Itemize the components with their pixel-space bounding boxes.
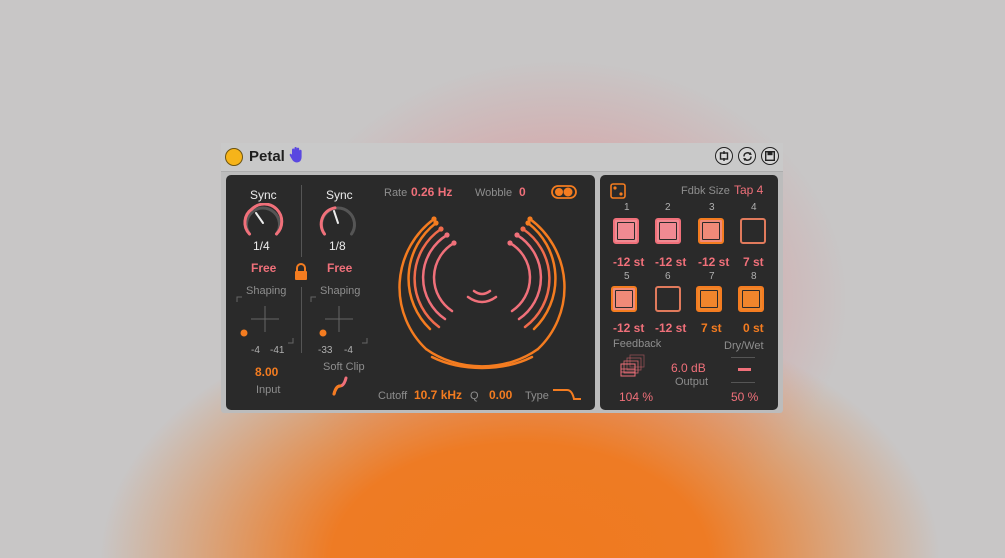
q-value[interactable]: 0.00 bbox=[489, 388, 512, 402]
slider-track bbox=[731, 357, 755, 358]
type-label: Type bbox=[525, 390, 549, 402]
slider-track bbox=[731, 382, 755, 383]
hotswap-icon[interactable] bbox=[715, 147, 733, 165]
output-label: Output bbox=[675, 376, 709, 388]
cutoff-value[interactable]: 10.7 kHz bbox=[414, 388, 462, 402]
fdbk-size-value[interactable]: Tap 4 bbox=[734, 183, 763, 197]
tap-5-value[interactable]: -12 st bbox=[613, 321, 644, 335]
input-value[interactable]: 8.00 bbox=[255, 365, 278, 379]
tap-number: 3 bbox=[709, 202, 715, 213]
sync2-value: 1/8 bbox=[329, 239, 346, 253]
fdbk-size-label: Fdbk Size bbox=[681, 185, 730, 197]
cutoff-label: Cutoff bbox=[378, 390, 408, 402]
link-toggle-icon[interactable] bbox=[551, 185, 577, 199]
sync1-value: 1/4 bbox=[253, 239, 270, 253]
shaping2-xy-pad[interactable] bbox=[310, 296, 368, 344]
tap-4-value[interactable]: 7 st bbox=[743, 255, 764, 269]
device-title: Petal bbox=[249, 148, 285, 165]
petal-visualizer bbox=[398, 216, 566, 370]
tap-1-value[interactable]: -12 st bbox=[613, 255, 644, 269]
lock-icon[interactable] bbox=[293, 263, 309, 281]
feedback-value[interactable]: 104 % bbox=[619, 390, 653, 404]
tap-number: 5 bbox=[624, 271, 630, 282]
tap-number: 8 bbox=[751, 271, 757, 282]
tap-pad-8[interactable] bbox=[738, 286, 764, 312]
feedback-stack-icon[interactable] bbox=[618, 353, 648, 379]
refresh-icon[interactable] bbox=[738, 147, 756, 165]
softclip-toggle[interactable] bbox=[331, 376, 349, 396]
hand-icon bbox=[289, 146, 305, 169]
shaping1-xy-pad[interactable] bbox=[236, 296, 294, 344]
device-title-bar: Petal bbox=[221, 143, 783, 172]
tap-8-value[interactable]: 0 st bbox=[743, 321, 764, 335]
main-panel: Sync 1/4 Free Sync 1/8 Free Shaping -4 -… bbox=[226, 175, 595, 410]
rate-label: Rate bbox=[384, 187, 408, 199]
tap-pad-1[interactable] bbox=[613, 218, 639, 244]
sync1-label: Sync bbox=[250, 188, 277, 202]
shaping2-x-value: -33 bbox=[318, 345, 333, 356]
shaping1-handle bbox=[240, 329, 248, 337]
input-label: Input bbox=[256, 384, 281, 396]
drywet-label: Dry/Wet bbox=[724, 340, 764, 352]
tap-pad-6[interactable] bbox=[655, 286, 681, 312]
softclip-label: Soft Clip bbox=[323, 361, 365, 373]
sync2-label: Sync bbox=[326, 188, 353, 202]
divider bbox=[301, 287, 302, 353]
feedback-label: Feedback bbox=[613, 338, 662, 350]
divider bbox=[301, 185, 302, 257]
tap-pad-3[interactable] bbox=[698, 218, 724, 244]
tap-pad-4[interactable] bbox=[740, 218, 766, 244]
output-value[interactable]: 6.0 dB bbox=[671, 361, 706, 375]
tap-pad-2[interactable] bbox=[655, 218, 681, 244]
tap-number: 4 bbox=[751, 202, 757, 213]
tap-3-value[interactable]: -12 st bbox=[698, 255, 729, 269]
tap-7-value[interactable]: 7 st bbox=[701, 321, 722, 335]
rate-value[interactable]: 0.26 Hz bbox=[411, 185, 452, 199]
tap-2-value[interactable]: -12 st bbox=[655, 255, 686, 269]
shaping1-y-value: -41 bbox=[270, 345, 285, 356]
q-label: Q bbox=[470, 390, 479, 402]
tap-number: 2 bbox=[665, 202, 671, 213]
tap-pad-5[interactable] bbox=[611, 286, 637, 312]
shaping2-y-value: -4 bbox=[344, 345, 353, 356]
tap-pad-7[interactable] bbox=[696, 286, 722, 312]
save-icon[interactable] bbox=[761, 147, 779, 165]
device-window: Petal Sync 1/4 Free Sync 1/8 Free Shapin… bbox=[221, 143, 783, 413]
lowpass-icon[interactable] bbox=[552, 387, 582, 401]
tap-6-value[interactable]: -12 st bbox=[655, 321, 686, 335]
sync1-knob[interactable] bbox=[242, 203, 284, 243]
sync2-knob[interactable] bbox=[317, 203, 359, 243]
free2-button[interactable]: Free bbox=[327, 261, 352, 275]
dice-icon[interactable] bbox=[610, 183, 626, 199]
shaping1-x-value: -4 bbox=[251, 345, 260, 356]
free1-button[interactable]: Free bbox=[251, 261, 276, 275]
wobble-label: Wobble bbox=[475, 187, 513, 199]
tap-number: 6 bbox=[665, 271, 671, 282]
shaping2-handle bbox=[319, 329, 327, 337]
tap-number: 7 bbox=[709, 271, 715, 282]
wobble-value[interactable]: 0 bbox=[519, 185, 526, 199]
taps-panel: Fdbk Size Tap 4 1 2 3 4 -12 st -12 st -1… bbox=[600, 175, 778, 410]
tap-number: 1 bbox=[624, 202, 630, 213]
drywet-slider-handle[interactable] bbox=[738, 368, 751, 371]
power-icon[interactable] bbox=[225, 148, 243, 166]
drywet-value[interactable]: 50 % bbox=[731, 390, 758, 404]
